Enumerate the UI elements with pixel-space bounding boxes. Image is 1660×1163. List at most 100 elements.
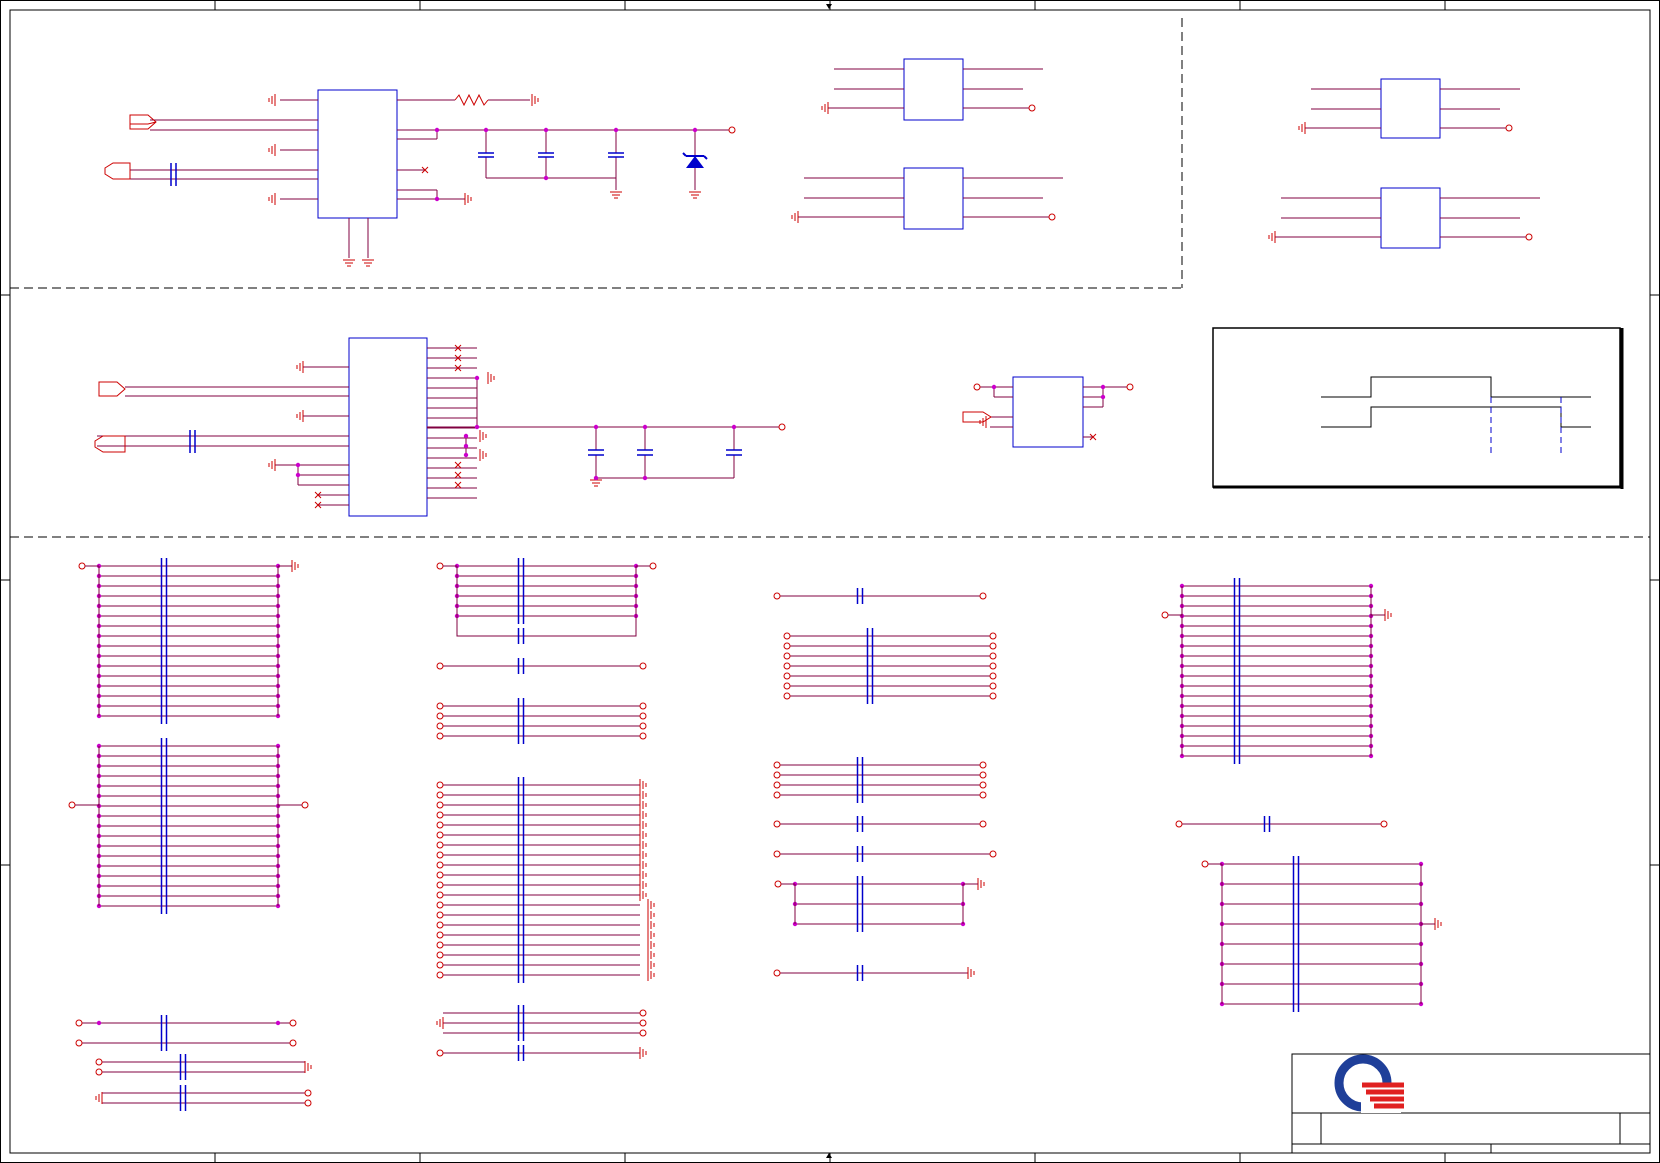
net-terminal	[989, 850, 997, 858]
regulator-2-ic[interactable]	[348, 337, 428, 517]
ground-icon[interactable]	[967, 967, 975, 979]
ground-icon[interactable]	[343, 259, 355, 267]
schematic-canvas	[0, 0, 1660, 1163]
ground-icon[interactable]	[362, 259, 374, 267]
capacitor-bank[interactable]	[436, 1045, 647, 1061]
capacitor-bank[interactable]	[773, 588, 987, 604]
ground-icon[interactable]	[639, 809, 647, 821]
capacitor-bank[interactable]	[78, 558, 299, 724]
capacitor-bank[interactable]	[436, 698, 647, 744]
net-terminal	[989, 652, 997, 660]
junction-dot	[593, 475, 599, 481]
ground-icon[interactable]	[1384, 609, 1392, 621]
capacitor-bank[interactable]	[95, 1054, 312, 1080]
ground-icon[interactable]	[436, 1017, 444, 1029]
ground-icon[interactable]	[296, 410, 304, 422]
ground-icon[interactable]	[977, 878, 985, 890]
ground-icon[interactable]	[639, 889, 647, 901]
small-ic-5[interactable]	[1012, 376, 1084, 448]
ground-icon[interactable]	[479, 449, 487, 461]
ground-icon[interactable]	[647, 929, 655, 941]
capacitor-bank[interactable]	[773, 757, 987, 803]
outer-border	[9, 9, 1651, 1154]
ground-icon[interactable]	[647, 919, 655, 931]
ground-icon[interactable]	[639, 819, 647, 831]
small-ic-middle	[962, 376, 1134, 448]
ground-icon[interactable]	[639, 779, 647, 791]
ground-icon[interactable]	[647, 939, 655, 951]
net-terminal	[979, 781, 987, 789]
capacitor-bank[interactable]	[436, 658, 647, 674]
ground-icon[interactable]	[268, 94, 276, 106]
ground-icon[interactable]	[268, 144, 276, 156]
ground-icon[interactable]	[639, 839, 647, 851]
capacitor-bank[interactable]	[436, 1005, 647, 1041]
ground-icon[interactable]	[1434, 918, 1442, 930]
ground-icon[interactable]	[639, 849, 647, 861]
ground-icon[interactable]	[639, 869, 647, 881]
ground-icon[interactable]	[791, 211, 799, 223]
small-ic-2[interactable]	[903, 167, 964, 230]
ground-icon[interactable]	[487, 372, 495, 384]
regulator-1-ic[interactable]	[317, 89, 398, 219]
timing-diagram	[1212, 327, 1624, 489]
ground-icon[interactable]	[639, 859, 647, 871]
ground-icon[interactable]	[464, 193, 472, 205]
ground-icon[interactable]	[531, 94, 539, 106]
net-terminal	[783, 632, 791, 640]
ground-icon[interactable]	[296, 361, 304, 373]
resistor-icon[interactable]	[454, 93, 489, 107]
ground-icon[interactable]	[647, 949, 655, 961]
ground-icon[interactable]	[1268, 231, 1276, 243]
ground-icon[interactable]	[647, 959, 655, 971]
ground-icon[interactable]	[590, 479, 602, 487]
small-ic-1[interactable]	[903, 58, 964, 121]
small-ic-3[interactable]	[1380, 78, 1441, 139]
net-terminal	[979, 761, 987, 769]
ground-icon[interactable]	[821, 102, 829, 114]
ground-icon[interactable]	[689, 191, 701, 199]
capacitor-bank[interactable]	[95, 1085, 312, 1111]
capacitor-bank[interactable]	[773, 816, 987, 832]
capacitor-bank[interactable]	[75, 1015, 297, 1051]
capacitor-bank[interactable]	[774, 876, 985, 932]
net-terminal	[75, 1039, 83, 1047]
capacitor-bank[interactable]	[436, 777, 655, 983]
ground-icon[interactable]	[291, 560, 299, 572]
junction-dot	[275, 1020, 281, 1026]
junction-dot	[1100, 384, 1106, 390]
ground-icon[interactable]	[647, 899, 655, 911]
capacitor-bank[interactable]	[773, 965, 975, 981]
small-ic-4[interactable]	[1380, 187, 1441, 249]
ground-icon[interactable]	[95, 1092, 103, 1104]
capacitor-bank[interactable]	[1161, 578, 1392, 764]
net-terminal	[989, 642, 997, 650]
ground-icon[interactable]	[268, 459, 276, 471]
ground-icon[interactable]	[479, 430, 487, 442]
capacitor-bank[interactable]	[1201, 856, 1442, 1012]
capacitor-bank[interactable]	[1175, 816, 1388, 832]
junction-dot	[1100, 394, 1106, 400]
net-terminal	[649, 562, 657, 570]
ground-icon[interactable]	[647, 969, 655, 981]
net-terminal	[773, 761, 781, 769]
ground-icon[interactable]	[639, 829, 647, 841]
ground-icon[interactable]	[639, 1047, 647, 1059]
capacitor-bank[interactable]	[68, 738, 309, 914]
ground-icon[interactable]	[268, 193, 276, 205]
zener-diode-icon[interactable]	[682, 152, 708, 168]
ground-icon[interactable]	[639, 789, 647, 801]
net-terminal	[1175, 820, 1183, 828]
capacitor-bank[interactable]	[783, 628, 997, 704]
ground-icon[interactable]	[1298, 122, 1306, 134]
capacitor-bank[interactable]	[436, 558, 657, 644]
ground-icon[interactable]	[610, 191, 622, 199]
junction-dot	[463, 433, 469, 439]
net-terminal	[436, 871, 444, 879]
capacitor-bank[interactable]	[773, 846, 997, 862]
ground-icon[interactable]	[304, 1061, 312, 1073]
ground-icon[interactable]	[639, 879, 647, 891]
ground-icon[interactable]	[639, 799, 647, 811]
ground-icon[interactable]	[647, 909, 655, 921]
junction-dot	[642, 424, 648, 430]
